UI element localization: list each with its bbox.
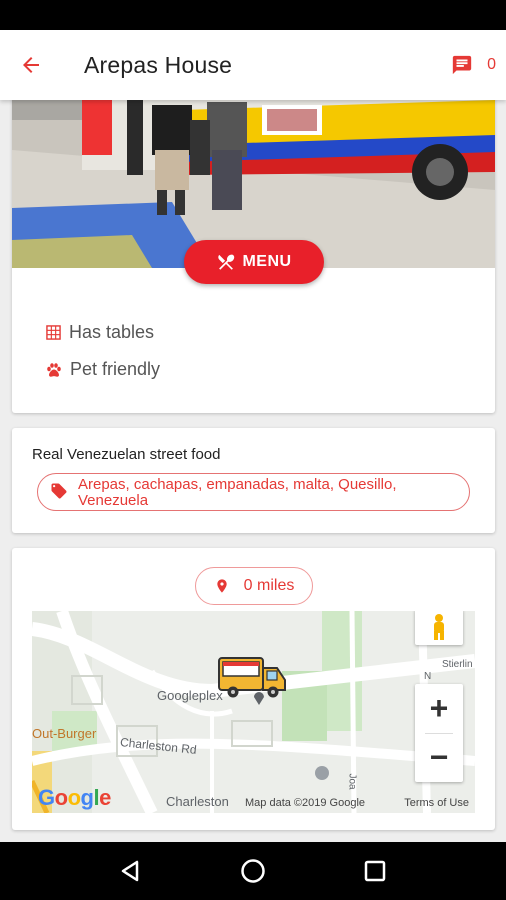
description-text: Real Venezuelan street food bbox=[32, 446, 221, 463]
tags-text: Arepas, cachapas, empanadas, malta, Ques… bbox=[78, 476, 397, 509]
map-label-charleston: Charleston bbox=[166, 794, 229, 809]
nav-recents-button[interactable] bbox=[355, 851, 395, 891]
map-view[interactable]: Googleplex Out-Burger Charleston Rd Char… bbox=[32, 611, 475, 813]
table-grid-icon bbox=[46, 325, 61, 340]
messages-button[interactable]: 0 bbox=[451, 52, 496, 78]
system-nav-bar bbox=[0, 842, 506, 900]
page-title: Arepas House bbox=[84, 52, 233, 78]
back-arrow-icon bbox=[23, 57, 39, 73]
google-logo: Google bbox=[38, 785, 111, 810]
zoom-controls: + − bbox=[415, 684, 463, 782]
chat-icon bbox=[452, 55, 472, 75]
description-card: Real Venezuelan street food Arepas, cach… bbox=[12, 428, 495, 533]
map-terms-link[interactable]: Terms of Use bbox=[404, 797, 469, 809]
distance-chip[interactable]: 0 miles bbox=[195, 567, 313, 605]
pegman-icon bbox=[434, 614, 444, 640]
hero-card: MENU Has tables Pet friendly bbox=[12, 100, 495, 413]
map-label-joa: Joa bbox=[346, 773, 358, 790]
map-attribution: Map data ©2019 Google bbox=[245, 797, 366, 809]
food-truck-marker-icon[interactable] bbox=[217, 654, 289, 700]
feature-label: Has tables bbox=[69, 322, 155, 342]
feature-pet-friendly: Pet friendly bbox=[46, 359, 160, 380]
distance-label: 0 miles bbox=[243, 577, 295, 594]
nav-home-button[interactable] bbox=[233, 851, 273, 891]
zoom-in-button[interactable]: + bbox=[415, 684, 463, 733]
tag-icon bbox=[51, 483, 67, 499]
app-bar: Arepas House 0 bbox=[0, 30, 506, 100]
utensils-icon bbox=[218, 254, 235, 270]
location-card: 0 miles Googleplex Out-Burger Charleston… bbox=[12, 548, 495, 830]
paw-icon bbox=[47, 362, 61, 377]
map-label-stierlin: Stierlin bbox=[442, 659, 473, 670]
street-view-pegman-button[interactable] bbox=[415, 611, 463, 645]
nav-back-button[interactable] bbox=[111, 851, 151, 891]
feature-has-tables: Has tables bbox=[46, 322, 154, 343]
menu-button[interactable]: MENU bbox=[184, 240, 324, 284]
location-pin-icon bbox=[216, 579, 227, 593]
map-label-out-burger: Out-Burger bbox=[32, 726, 97, 741]
triangle-back-icon bbox=[121, 860, 139, 882]
back-button[interactable] bbox=[10, 44, 52, 86]
menu-button-label: MENU bbox=[242, 253, 292, 270]
zoom-out-button[interactable]: − bbox=[415, 733, 463, 782]
status-bar bbox=[0, 0, 506, 30]
message-count: 0 bbox=[487, 56, 496, 73]
map-label-googleplex: Googleplex bbox=[157, 688, 223, 703]
content-scroll[interactable]: MENU Has tables Pet friendly Real Venezu… bbox=[0, 100, 506, 842]
square-recents-icon bbox=[364, 860, 386, 882]
map-label-n: N bbox=[424, 671, 432, 682]
tags-chip[interactable]: Arepas, cachapas, empanadas, malta, Ques… bbox=[37, 473, 470, 511]
feature-label: Pet friendly bbox=[70, 359, 161, 379]
circle-home-icon bbox=[241, 859, 265, 883]
